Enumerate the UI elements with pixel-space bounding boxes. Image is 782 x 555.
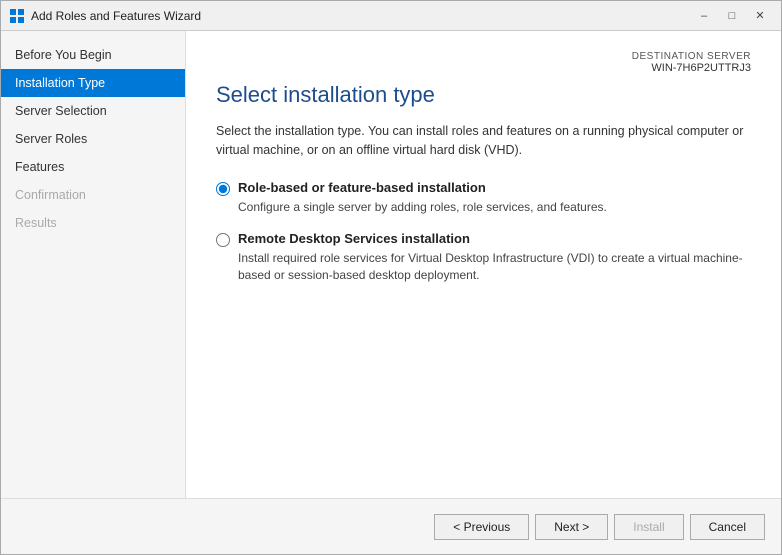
- maximize-button[interactable]: □: [719, 6, 745, 26]
- next-button[interactable]: Next >: [535, 514, 608, 540]
- sidebar-item-features[interactable]: Features: [1, 153, 185, 181]
- app-icon: [9, 8, 25, 24]
- option-role-based-desc: Configure a single server by adding role…: [238, 199, 751, 216]
- main-window: Add Roles and Features Wizard – □ ✕ Befo…: [0, 0, 782, 555]
- option-remote-desktop-title: Remote Desktop Services installation: [238, 231, 470, 246]
- minimize-button[interactable]: –: [691, 6, 717, 26]
- radio-role-based[interactable]: [216, 182, 230, 196]
- window-controls: – □ ✕: [691, 6, 773, 26]
- sidebar-item-before-you-begin[interactable]: Before You Begin: [1, 41, 185, 69]
- option-role-based-title: Role-based or feature-based installation: [238, 180, 486, 195]
- sidebar-item-results: Results: [1, 209, 185, 237]
- installation-options: Role-based or feature-based installation…: [216, 180, 751, 499]
- sidebar-item-server-selection[interactable]: Server Selection: [1, 97, 185, 125]
- page-description: Select the installation type. You can in…: [216, 122, 751, 160]
- destination-server-name: WIN-7H6P2UTTRJ3: [651, 62, 751, 74]
- option-remote-desktop: Remote Desktop Services installation Ins…: [216, 231, 751, 284]
- title-bar: Add Roles and Features Wizard – □ ✕: [1, 1, 781, 31]
- option-remote-desktop-row: Remote Desktop Services installation: [216, 231, 751, 247]
- sidebar-item-server-roles[interactable]: Server Roles: [1, 125, 185, 153]
- content-area: Before You Begin Installation Type Serve…: [1, 31, 781, 498]
- sidebar-item-installation-type[interactable]: Installation Type: [1, 69, 185, 97]
- destination-server-info: DESTINATION SERVER WIN-7H6P2UTTRJ3: [216, 51, 751, 74]
- destination-server-label: DESTINATION SERVER: [216, 51, 751, 62]
- previous-button[interactable]: < Previous: [434, 514, 529, 540]
- footer: < Previous Next > Install Cancel: [1, 498, 781, 554]
- page-title: Select installation type: [216, 82, 751, 108]
- option-role-based: Role-based or feature-based installation…: [216, 180, 751, 216]
- main-content: DESTINATION SERVER WIN-7H6P2UTTRJ3 Selec…: [186, 31, 781, 498]
- close-button[interactable]: ✕: [747, 6, 773, 26]
- window-title: Add Roles and Features Wizard: [31, 9, 691, 23]
- sidebar-item-confirmation: Confirmation: [1, 181, 185, 209]
- option-role-based-row: Role-based or feature-based installation: [216, 180, 751, 196]
- option-remote-desktop-desc: Install required role services for Virtu…: [238, 250, 751, 284]
- radio-remote-desktop[interactable]: [216, 233, 230, 247]
- sidebar: Before You Begin Installation Type Serve…: [1, 31, 186, 498]
- cancel-button[interactable]: Cancel: [690, 514, 765, 540]
- install-button: Install: [614, 514, 683, 540]
